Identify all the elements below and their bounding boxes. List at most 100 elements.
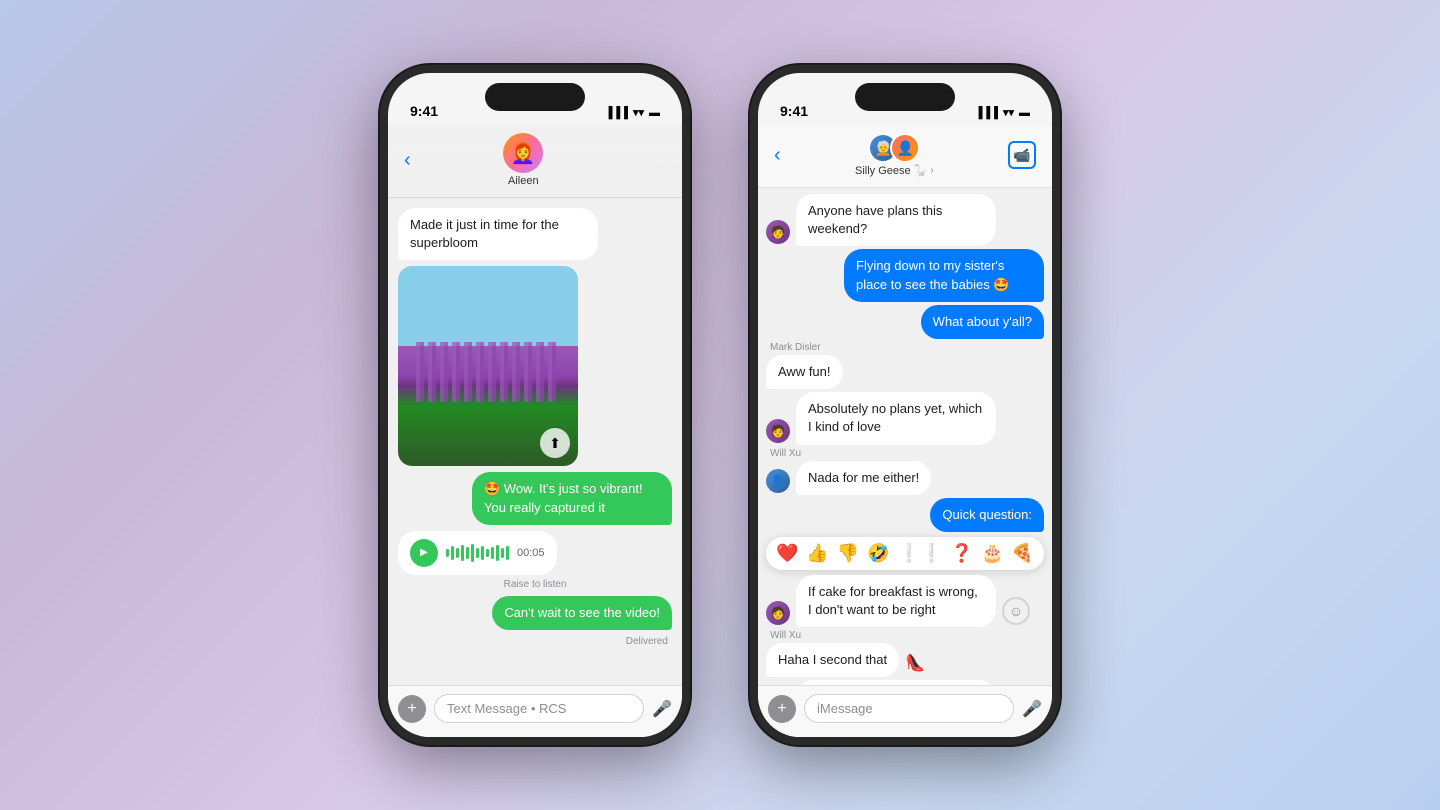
- voice-message[interactable]: ▶: [398, 531, 557, 575]
- battery-icon: ▬: [649, 107, 660, 119]
- sender-avatar-2: 🧑: [766, 419, 790, 443]
- sender-avatar-1: 🧑: [766, 220, 790, 244]
- g-bubble-1[interactable]: Anyone have plans this weekend?: [796, 194, 996, 246]
- tapback-reaction-bar[interactable]: ❤️ 👍 👎 🤣 ❕❕ ❓ 🎂 🍕: [766, 537, 1044, 570]
- phone-1: 9:41 ▐▐▐ ▾▾ ▬ ‹ 👩‍🦰 Aileen Made it just …: [380, 65, 690, 745]
- sender-avatar-4: 🧑: [766, 601, 790, 625]
- msg-row-image: ⬆: [398, 266, 672, 466]
- tapback-heart[interactable]: ❤️: [776, 543, 798, 564]
- tapback-question[interactable]: ❓: [951, 543, 973, 564]
- dynamic-island-2: [855, 83, 955, 111]
- message-input-2[interactable]: iMessage: [804, 694, 1014, 723]
- nav-bar-2: ‹ 🧑‍🦳 👤 Silly Geese 🪿 › 📹: [758, 125, 1052, 188]
- wave-bar: [476, 548, 479, 558]
- add-attachment-button[interactable]: +: [398, 695, 426, 723]
- msg-row-voice: ▶: [398, 531, 672, 575]
- wave-bar: [446, 549, 449, 557]
- delivered-status: Delivered: [398, 636, 672, 647]
- voice-duration: 00:05: [517, 547, 545, 559]
- contact-avatar-1[interactable]: 👩‍🦰: [503, 133, 543, 173]
- raise-to-listen-label: Raise to listen: [398, 579, 672, 590]
- screen-1: ‹ 👩‍🦰 Aileen Made it just in time for th…: [388, 125, 682, 737]
- sender-name-will: Will Xu: [766, 448, 1044, 459]
- battery-icon-2: ▬: [1019, 107, 1030, 119]
- tapback-reaction-shoes: 👠: [905, 653, 925, 673]
- mic-button-2[interactable]: 🎤: [1022, 699, 1042, 719]
- g-bubble-2[interactable]: Flying down to my sister's place to see …: [844, 249, 1044, 301]
- tapback-thumbsup[interactable]: 👍: [806, 543, 828, 564]
- g-sender-2: Will Xu 👤 Nada for me either!: [766, 448, 1044, 495]
- group-avatars: 🧑‍🦳 👤: [868, 133, 920, 163]
- group-avatar-2: 👤: [890, 133, 920, 163]
- play-button[interactable]: ▶: [410, 539, 438, 567]
- g-sender-1: Mark Disler Aww fun!: [766, 342, 1044, 389]
- g-msg-row-9: Haha I second that 👠: [766, 643, 1044, 677]
- video-icon-symbol: 📹: [1013, 147, 1030, 164]
- msg-row-1: Made it just in time for the superbloom: [398, 208, 672, 260]
- g-bubble-8[interactable]: If cake for breakfast is wrong, I don't …: [796, 575, 996, 627]
- tapback-cake[interactable]: 🎂: [981, 543, 1003, 564]
- wave-bar: [456, 548, 459, 558]
- waveform: [446, 543, 509, 563]
- wifi-icon: ▾▾: [633, 106, 644, 119]
- bubble-3[interactable]: Can't wait to see the video!: [492, 596, 672, 630]
- messages-area-2: 🧑 Anyone have plans this weekend? Flying…: [758, 188, 1052, 685]
- g-msg-row-2: Flying down to my sister's place to see …: [766, 249, 1044, 301]
- smiley-reaction-button[interactable]: ☺: [1002, 597, 1030, 625]
- nav-center-1: 👩‍🦰 Aileen: [503, 133, 543, 187]
- msg-row-3: Can't wait to see the video!: [398, 596, 672, 630]
- signal-icon: ▐▐▐: [605, 107, 628, 119]
- signal-icon-2: ▐▐▐: [975, 107, 998, 119]
- g-bubble-4[interactable]: Aww fun!: [766, 355, 843, 389]
- g-msg-row-1: 🧑 Anyone have plans this weekend?: [766, 194, 1044, 246]
- tapback-haha[interactable]: 🤣: [867, 543, 889, 564]
- sender-name-mark: Mark Disler: [766, 342, 1044, 353]
- video-call-button[interactable]: 📹: [1008, 141, 1036, 169]
- wave-bar: [501, 548, 504, 558]
- input-bar-1: + Text Message • RCS 🎤: [388, 685, 682, 737]
- add-attachment-button-2[interactable]: +: [768, 695, 796, 723]
- group-name: Silly Geese: [855, 165, 911, 177]
- g-bubble-7[interactable]: Quick question:: [930, 498, 1044, 532]
- g-bubble-6[interactable]: Nada for me either!: [796, 461, 931, 495]
- wave-bar: [451, 546, 454, 560]
- g-bubble-3[interactable]: What about y'all?: [921, 305, 1044, 339]
- g-msg-row-8: 🧑 If cake for breakfast is wrong, I don'…: [766, 575, 1044, 627]
- msg-row-2: 🤩 Wow. It's just so vibrant! You really …: [398, 472, 672, 524]
- input-placeholder-1: Text Message • RCS: [447, 701, 566, 716]
- nav-center-2: 🧑‍🦳 👤 Silly Geese 🪿 ›: [855, 133, 934, 177]
- input-placeholder-2: iMessage: [817, 701, 873, 716]
- message-image[interactable]: ⬆: [398, 266, 578, 466]
- sender-name-will2: Will Xu: [766, 630, 1044, 641]
- tapback-exclaim[interactable]: ❕❕: [898, 543, 943, 564]
- back-button-2[interactable]: ‹: [774, 144, 781, 167]
- status-icons-2: ▐▐▐ ▾▾ ▬: [975, 106, 1030, 119]
- bubble-1[interactable]: Made it just in time for the superbloom: [398, 208, 598, 260]
- back-button-1[interactable]: ‹: [404, 149, 411, 172]
- g-bubble-5[interactable]: Absolutely no plans yet, which I kind of…: [796, 392, 996, 444]
- wifi-icon-2: ▾▾: [1003, 106, 1014, 119]
- wave-bar: [496, 545, 499, 561]
- wave-bar: [466, 547, 469, 559]
- contact-name-1: Aileen: [508, 175, 539, 187]
- g-sender-3: Will Xu Haha I second that 👠: [766, 630, 1044, 677]
- messages-area-1: Made it just in time for the superbloom …: [388, 198, 682, 685]
- bubble-2[interactable]: 🤩 Wow. It's just so vibrant! You really …: [472, 472, 672, 524]
- message-input-1[interactable]: Text Message • RCS: [434, 694, 644, 723]
- g-msg-row-5: 🧑 Absolutely no plans yet, which I kind …: [766, 392, 1044, 444]
- time-2: 9:41: [780, 103, 808, 119]
- g-msg-row-6: 👤 Nada for me either!: [766, 461, 1044, 495]
- g-msg-row-7: Quick question:: [766, 498, 1044, 532]
- mic-button-1[interactable]: 🎤: [652, 699, 672, 719]
- nav-bar-1: ‹ 👩‍🦰 Aileen: [388, 125, 682, 198]
- dynamic-island-1: [485, 83, 585, 111]
- cake-bubble-wrapper: If cake for breakfast is wrong, I don't …: [796, 575, 996, 627]
- input-bar-2: + iMessage 🎤: [758, 685, 1052, 737]
- wave-bar: [486, 549, 489, 557]
- tapback-slice[interactable]: 🍕: [1011, 543, 1033, 564]
- group-chevron: ›: [930, 165, 933, 176]
- status-icons-1: ▐▐▐ ▾▾ ▬: [605, 106, 660, 119]
- tapback-thumbsdown[interactable]: 👎: [837, 543, 859, 564]
- g-bubble-9[interactable]: Haha I second that: [766, 643, 899, 677]
- g-msg-row-3: What about y'all?: [766, 305, 1044, 339]
